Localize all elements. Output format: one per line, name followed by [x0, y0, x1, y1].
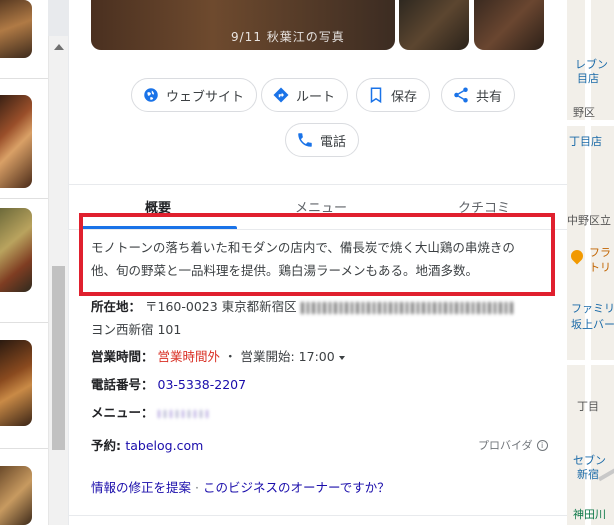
map-label: 中野区立 — [567, 214, 611, 227]
info-icon: i — [536, 439, 548, 451]
photo-caption: 9/11 秋葉江の写真 — [231, 30, 345, 44]
hours-label: 営業時間： — [91, 349, 154, 364]
place-photo[interactable]: 9/11 秋葉江の写真 — [91, 0, 395, 50]
divider — [0, 78, 48, 79]
menu-row: メニュー： — [91, 402, 210, 421]
section-divider — [69, 515, 567, 516]
map-label: 野区 — [573, 106, 595, 119]
result-thumbnail[interactable] — [0, 208, 32, 292]
hours-open-time: 営業開始: 17:00 — [240, 349, 335, 364]
hours-status: 営業時間外 — [157, 349, 221, 364]
map-label: 新宿 — [577, 468, 599, 481]
map-road — [567, 360, 614, 365]
result-thumbnail[interactable] — [0, 340, 32, 426]
map-label: フラ — [589, 246, 611, 259]
provider-label: プロバイダ — [478, 439, 533, 452]
phone-button-label: 電話 — [320, 134, 347, 150]
reservation-row: 予約: tabelog.com — [91, 435, 203, 454]
address-row: 所在地： 〒160-0023 東京都新宿区 — [91, 296, 513, 315]
footer-separator: · — [195, 480, 199, 495]
result-thumbnail[interactable] — [0, 0, 32, 58]
divider — [0, 198, 48, 199]
redacted-menu-link[interactable] — [157, 409, 210, 418]
place-details-panel: 9/11 秋葉江の写真 ウェブサイト ルート 保存 共有 電話 概要 メニュー … — [69, 0, 567, 525]
website-button[interactable]: ウェブサイト — [131, 78, 258, 112]
hours-row[interactable]: 営業時間： 営業時間外 ・ 営業開始: 17:00 — [91, 346, 345, 365]
footer-links: 情報の修正を提案 · このビジネスのオーナーですか？ — [91, 477, 390, 496]
place-photo[interactable] — [474, 0, 544, 50]
share-icon — [454, 87, 468, 103]
action-buttons-row-2: 電話 — [69, 123, 567, 157]
route-button-label: ルート — [296, 89, 336, 105]
results-list-strip — [0, 0, 48, 525]
share-button[interactable]: 共有 — [441, 78, 516, 112]
annotation-highlight-box — [79, 213, 555, 296]
result-thumbnail[interactable] — [0, 95, 32, 188]
address-line2[interactable]: ヨン西新宿 101 — [91, 322, 181, 337]
map-label: 目店 — [577, 72, 599, 85]
results-scrollbar[interactable] — [48, 36, 68, 525]
route-button[interactable]: ルート — [261, 78, 349, 112]
globe-icon — [144, 88, 158, 102]
result-thumbnail[interactable] — [0, 466, 32, 525]
map-label: 丁目 — [577, 400, 599, 413]
reservation-label: 予約: — [91, 438, 126, 453]
phone-label: 電話番号： — [91, 377, 154, 392]
hours-separator: ・ — [224, 349, 237, 364]
phone-row: 電話番号： 03-5338-2207 — [91, 374, 246, 393]
map-label: 神田川 — [573, 508, 606, 521]
scroll-up-arrow-icon[interactable] — [54, 44, 64, 50]
map-label: 坂上バー — [571, 318, 614, 331]
divider — [0, 448, 48, 449]
bookmark-icon — [370, 87, 382, 104]
provider-info[interactable]: プロバイダ i — [478, 437, 548, 453]
map-view[interactable]: レブン 目店 野区 丁目店 中野区立 フラ トリ ファミリ 坂上バー 丁目 セブ… — [567, 0, 614, 525]
action-buttons-row: ウェブサイト ルート 保存 共有 — [69, 78, 567, 112]
phone-button[interactable]: 電話 — [285, 123, 360, 157]
phone-icon — [298, 133, 312, 147]
website-button-label: ウェブサイト — [166, 89, 245, 105]
directions-icon — [273, 87, 289, 103]
address-label: 所在地： — [91, 299, 142, 314]
save-button-label: 保存 — [391, 89, 418, 105]
save-button[interactable]: 保存 — [356, 78, 431, 112]
redacted-text — [300, 301, 513, 314]
chevron-down-icon[interactable] — [338, 355, 345, 360]
photo-strip: 9/11 秋葉江の写真 — [69, 0, 567, 50]
share-button-label: 共有 — [476, 89, 503, 105]
map-label: ファミリ — [571, 302, 614, 315]
divider — [0, 322, 48, 323]
map-label: トリ — [589, 261, 611, 274]
map-label: 丁目店 — [569, 135, 602, 148]
map-pin-icon[interactable] — [568, 247, 586, 265]
place-photo[interactable] — [399, 0, 469, 50]
menu-label: メニュー： — [91, 405, 154, 420]
phone-number-link[interactable]: 03-5338-2207 — [158, 377, 247, 392]
suggest-edit-link[interactable]: 情報の修正を提案 — [91, 480, 191, 495]
address-row-continued: ヨン西新宿 101 — [91, 319, 181, 338]
address-value[interactable]: 〒160-0023 東京都新宿区 — [145, 299, 297, 314]
owner-claim-link[interactable]: このビジネスのオーナーですか？ — [203, 480, 390, 495]
scrollbar-thumb[interactable] — [52, 266, 65, 450]
reservation-link[interactable]: tabelog.com — [125, 438, 203, 453]
